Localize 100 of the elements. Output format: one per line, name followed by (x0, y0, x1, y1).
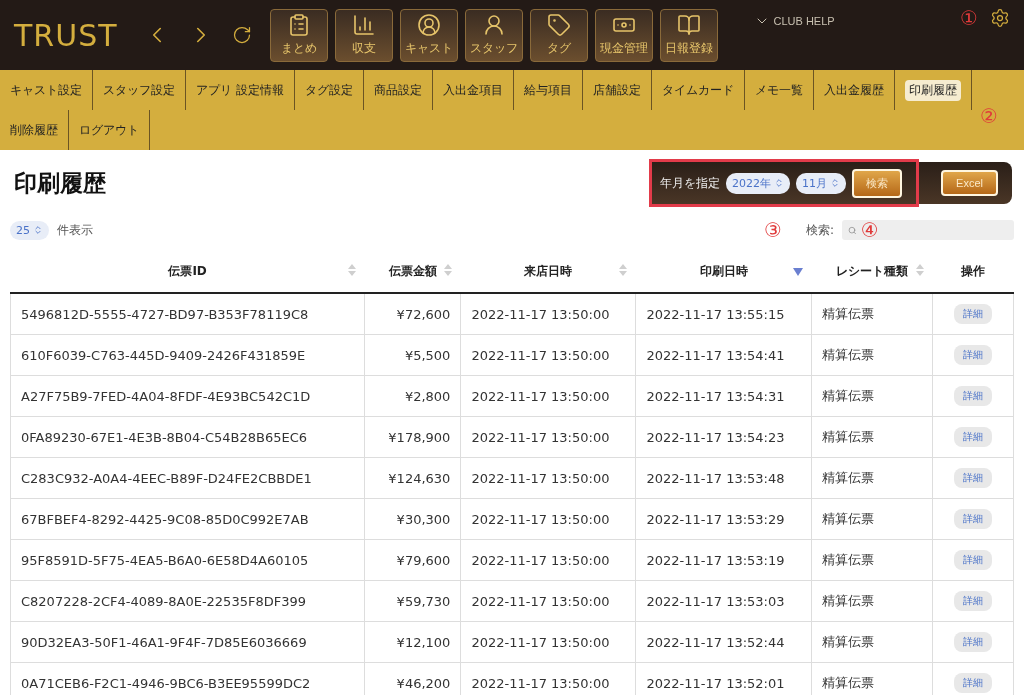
nav-tab[interactable]: 削除履歴 (0, 110, 69, 150)
table-cell: 精算伝票 (811, 539, 933, 581)
nav-tab[interactable]: 入出金履歴 (813, 70, 895, 110)
nav-tab[interactable]: タイムカード (651, 70, 745, 110)
table-cell: 0A71CEB6-F2C1-4946-9BC6-B3EE95599DC2 (10, 662, 365, 695)
nav-tab[interactable]: 印刷履歴 (894, 70, 972, 110)
table-cell: ¥79,600 (364, 539, 461, 581)
search-field[interactable]: ④ (842, 220, 1014, 240)
table-cell: 2022-11-17 13:55:15 (635, 293, 812, 335)
column-header[interactable]: 来店日時 (460, 250, 636, 293)
table-cell: 2022-11-17 13:50:00 (460, 498, 636, 540)
toolbar-button[interactable]: 現金管理 (594, 8, 653, 62)
detail-button[interactable]: 詳細 (954, 427, 992, 447)
column-header[interactable]: 操作 (932, 250, 1014, 293)
table-cell: ¥59,730 (364, 580, 461, 622)
nav-tab[interactable]: 給与項目 (513, 70, 583, 110)
table-cell: 95F8591D-5F75-4EA5-B6A0-6E58D4A60105 (10, 539, 365, 581)
column-header[interactable]: 印刷日時 (635, 250, 812, 293)
book-icon (676, 13, 701, 37)
detail-button[interactable]: 詳細 (954, 386, 992, 406)
table-cell: 2022-11-17 13:50:00 (460, 621, 636, 663)
nav-tab[interactable]: メモ一覧 (744, 70, 814, 110)
table-cell: 2022-11-17 13:53:03 (635, 580, 812, 622)
table-cell: 精算伝票 (811, 457, 933, 499)
search-label: 検索: (805, 221, 834, 239)
page-size-label: 件表示 (57, 221, 93, 239)
nav-tab[interactable]: タグ設定 (294, 70, 364, 110)
page-size-select[interactable]: 25 (10, 220, 49, 240)
table-cell: 精算伝票 (811, 375, 933, 417)
person-icon (416, 13, 441, 37)
table-cell: 90D32EA3-50F1-46A1-9F4F-7D85E6036669 (10, 621, 365, 663)
detail-button[interactable]: 詳細 (954, 345, 992, 365)
table-cell: 精算伝票 (811, 416, 933, 458)
page-title: 印刷履歴 (14, 168, 106, 198)
column-header[interactable]: 伝票金額 (364, 250, 461, 293)
table-cell: 2022-11-17 13:54:31 (635, 375, 812, 417)
table-cell: ¥30,300 (364, 498, 461, 540)
annotation-number: ④ (860, 218, 879, 242)
table-cell: 精算伝票 (811, 621, 933, 663)
table-cell: 2022-11-17 13:50:00 (460, 580, 636, 622)
table-cell: 2022-11-17 13:50:00 (460, 334, 636, 376)
table-cell: 精算伝票 (811, 498, 933, 540)
table-cell: 2022-11-17 13:53:48 (635, 457, 812, 499)
table-cell: ¥5,500 (364, 334, 461, 376)
table-cell: ¥124,630 (364, 457, 461, 499)
table-cell: 精算伝票 (811, 580, 933, 622)
nav-tab[interactable]: 店舗設定 (582, 70, 652, 110)
annotation-number: ① (960, 6, 978, 30)
table-cell: 2022-11-17 13:52:44 (635, 621, 812, 663)
table-cell: 2022-11-17 13:53:19 (635, 539, 812, 581)
toolbar-button[interactable]: キャスト (399, 8, 458, 62)
table-cell: C283C932-A0A4-4EEC-B89F-D24FE2CBBDE1 (10, 457, 365, 499)
detail-button[interactable]: 詳細 (954, 550, 992, 570)
reload-icon[interactable] (231, 25, 252, 45)
detail-button[interactable]: 詳細 (954, 632, 992, 652)
month-select[interactable]: 11月 (796, 172, 847, 194)
table-cell: 精算伝票 (811, 293, 933, 335)
table-cell: 67BFBEF4-8292-4425-9C08-85D0C992E7AB (10, 498, 365, 540)
table-cell: 精算伝票 (811, 334, 933, 376)
nav-tab[interactable]: キャスト設定 (0, 70, 93, 110)
nav-tab[interactable]: アプリ 設定情報 (186, 70, 295, 110)
logo: TRUST (14, 17, 118, 53)
nav-tab[interactable]: スタッフ設定 (93, 70, 186, 110)
nav-tab[interactable]: 入出金項目 (432, 70, 514, 110)
nav-tab[interactable]: 商品設定 (363, 70, 433, 110)
tag-icon (546, 13, 571, 37)
table-cell: 2022-11-17 13:50:00 (460, 539, 636, 581)
toolbar-button[interactable]: 収支 (334, 8, 393, 62)
table-cell: 610F6039-C763-445D-9409-2426F431859E (10, 334, 365, 376)
table-cell: 2022-11-17 13:53:29 (635, 498, 812, 540)
table-cell: 2022-11-17 13:54:41 (635, 334, 812, 376)
updown-chevron-icon (774, 178, 785, 188)
toolbar-button[interactable]: 日報登録 (659, 8, 718, 62)
detail-button[interactable]: 詳細 (954, 468, 992, 488)
annotation-number: ③ (764, 218, 782, 242)
table-cell: ¥2,800 (364, 375, 461, 417)
detail-button[interactable]: 詳細 (954, 591, 992, 611)
column-header[interactable]: レシート種類 (811, 250, 933, 293)
table-cell: 0FA89230-67E1-4E3B-8B04-C54B28B65EC6 (10, 416, 365, 458)
table-cell: ¥72,600 (364, 293, 461, 335)
nav-tab[interactable]: ログアウト (69, 110, 150, 150)
table-cell: 2022-11-17 13:54:23 (635, 416, 812, 458)
column-header[interactable]: 伝票ID (10, 250, 365, 293)
updown-chevron-icon (830, 178, 841, 188)
detail-button[interactable]: 詳細 (954, 304, 992, 324)
settings-icon[interactable] (990, 8, 1010, 28)
bar-chart-icon (351, 13, 376, 37)
table-cell: ¥178,900 (364, 416, 461, 458)
table-cell: 2022-11-17 13:50:00 (460, 416, 636, 458)
help-link[interactable]: CLUB HELP (747, 12, 841, 30)
detail-button[interactable]: 詳細 (954, 673, 992, 693)
search-icon (848, 224, 857, 236)
toolbar-button[interactable]: タグ (529, 8, 588, 62)
detail-button[interactable]: 詳細 (954, 509, 992, 529)
toolbar-button[interactable]: スタッフ (464, 8, 523, 62)
table-cell: 5496812D-5555-4727-BD97-B353F78119C8 (10, 293, 365, 335)
year-select[interactable]: 2022年 (726, 172, 791, 194)
table-cell: 2022-11-17 13:50:00 (460, 375, 636, 417)
updown-chevron-icon (33, 225, 43, 235)
toolbar-button[interactable]: まとめ (269, 8, 328, 62)
